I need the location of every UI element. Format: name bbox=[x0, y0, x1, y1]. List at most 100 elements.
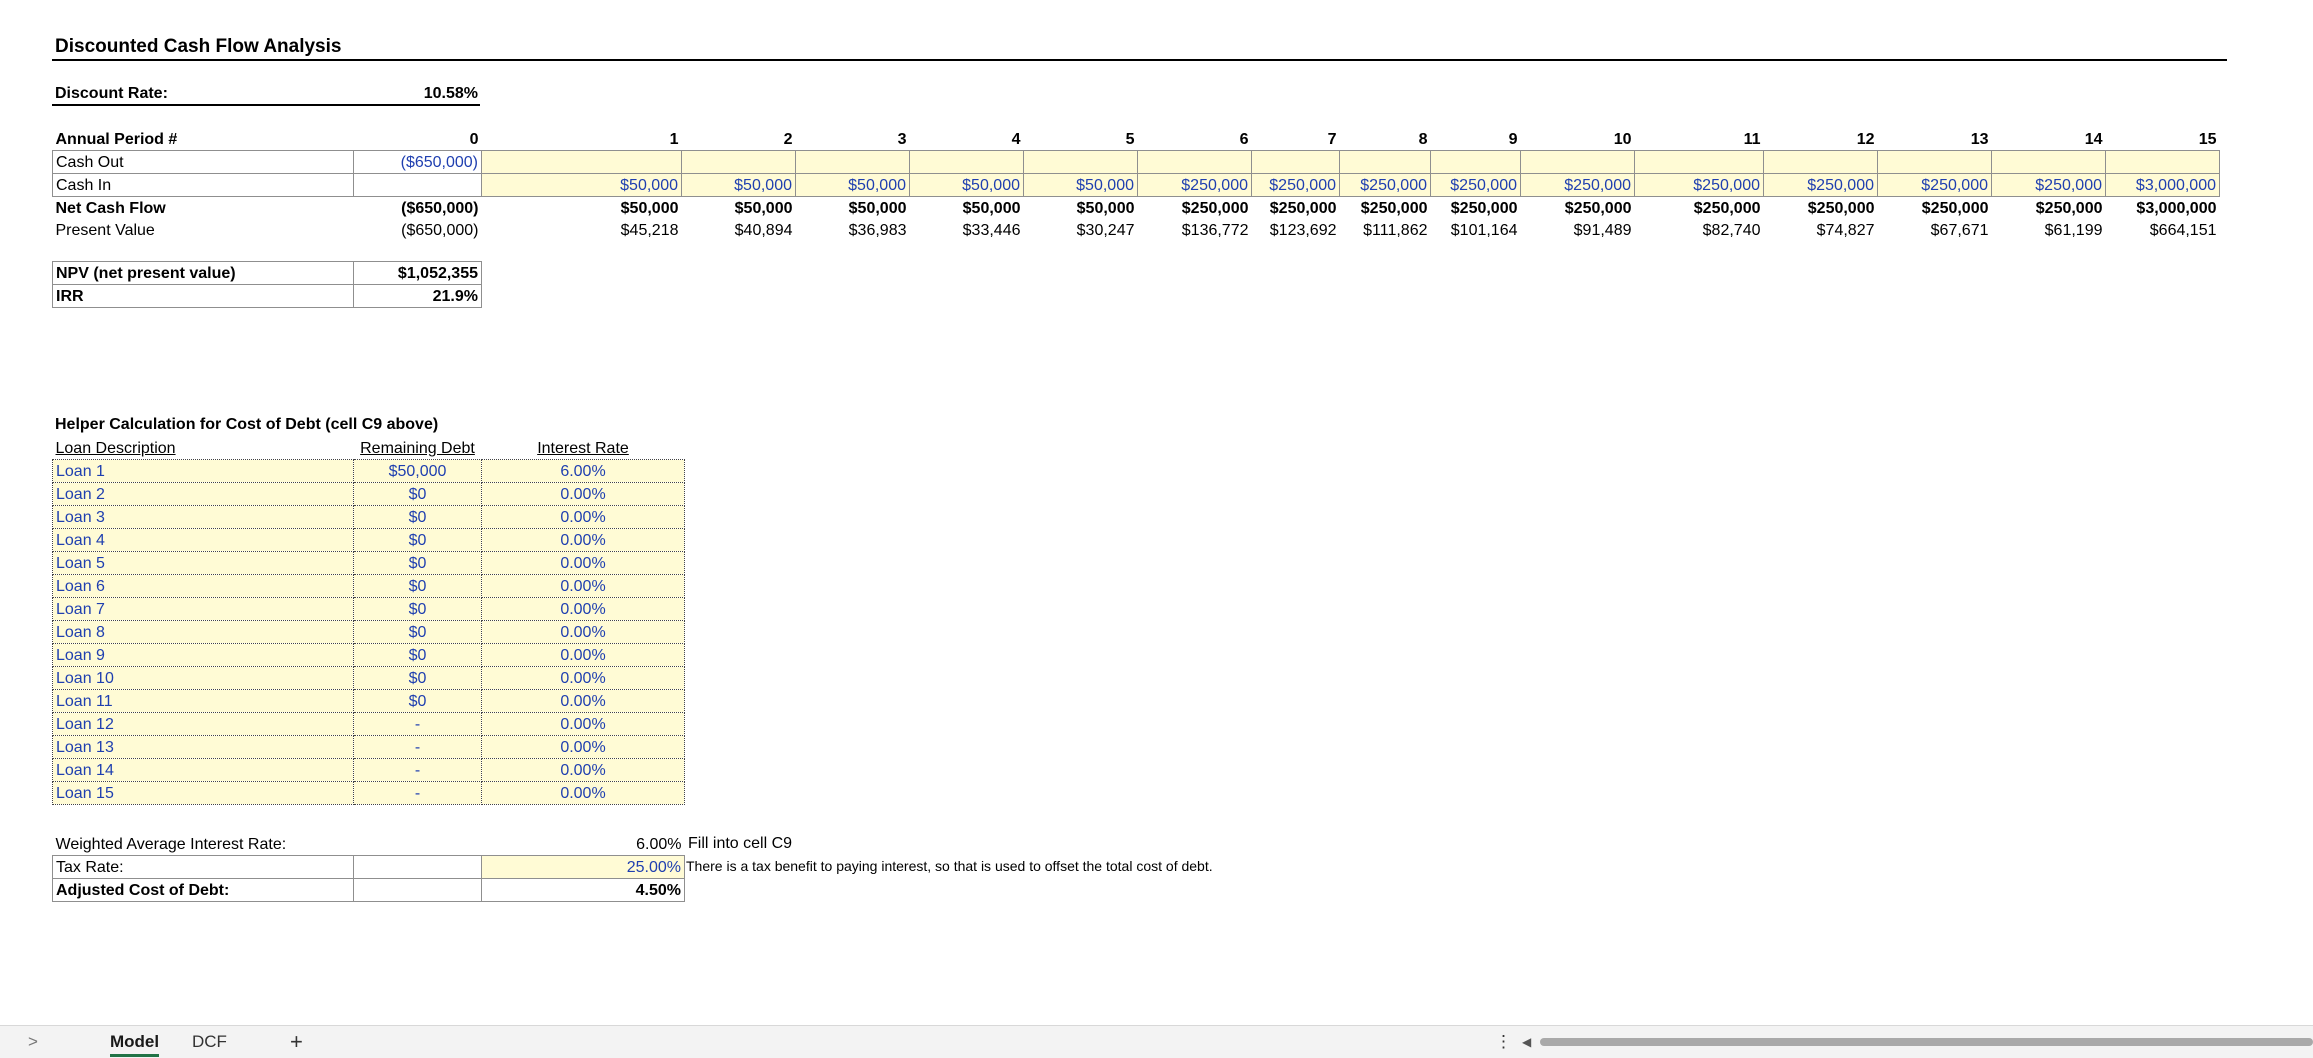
loan-debt-cell[interactable]: $0 bbox=[353, 620, 482, 644]
loan-name-cell[interactable]: Loan 11 bbox=[52, 689, 354, 713]
loan-rate-cell[interactable]: 0.00% bbox=[481, 666, 685, 690]
loan-debt-cell[interactable]: $0 bbox=[353, 689, 482, 713]
cash-out-cell-12[interactable] bbox=[1763, 150, 1878, 174]
loan-rate-cell[interactable]: 0.00% bbox=[481, 781, 685, 805]
net-cash-flow-cell-1[interactable]: $50,000 bbox=[481, 196, 682, 219]
cash-in-cell-13[interactable]: $250,000 bbox=[1877, 173, 1992, 197]
cash-out-cell-15[interactable] bbox=[2105, 150, 2220, 174]
tab-dcf[interactable]: DCF bbox=[192, 1026, 227, 1058]
loan-rate-cell[interactable]: 0.00% bbox=[481, 574, 685, 598]
present-value-cell-10[interactable]: $91,489 bbox=[1521, 219, 1635, 241]
loan-name-cell[interactable]: Loan 12 bbox=[52, 712, 354, 736]
present-value-cell-9[interactable]: $101,164 bbox=[1431, 219, 1521, 241]
cash-in-cell-9[interactable]: $250,000 bbox=[1430, 173, 1521, 197]
present-value-cell-4[interactable]: $33,446 bbox=[910, 219, 1024, 241]
cash-in-cell-4[interactable]: $50,000 bbox=[909, 173, 1024, 197]
present-value-cell-13[interactable]: $67,671 bbox=[1878, 219, 1992, 241]
loan-rate-cell[interactable]: 0.00% bbox=[481, 689, 685, 713]
loan-rate-cell[interactable]: 0.00% bbox=[481, 528, 685, 552]
cash-in-cell-0[interactable] bbox=[353, 173, 482, 197]
period-1[interactable]: 1 bbox=[482, 128, 682, 151]
period-15[interactable]: 15 bbox=[2106, 128, 2220, 151]
sheet-nav-icon[interactable]: > bbox=[28, 1026, 38, 1058]
cash-out-cell-10[interactable] bbox=[1520, 150, 1635, 174]
loan-debt-cell[interactable]: - bbox=[353, 758, 482, 782]
tax-rate-cell[interactable]: 25.00% bbox=[481, 855, 685, 879]
more-options-icon[interactable]: ⋮ bbox=[1495, 1026, 1512, 1058]
wair-value-cell[interactable]: 6.00% bbox=[482, 833, 685, 856]
period-7[interactable]: 7 bbox=[1252, 128, 1340, 151]
cash-in-cell-7[interactable]: $250,000 bbox=[1251, 173, 1340, 197]
period-10[interactable]: 10 bbox=[1521, 128, 1635, 151]
net-cash-flow-cell-14[interactable]: $250,000 bbox=[1991, 196, 2106, 219]
tab-model[interactable]: Model bbox=[110, 1026, 160, 1057]
loan-name-cell[interactable]: Loan 7 bbox=[52, 597, 354, 621]
cash-out-cell-7[interactable] bbox=[1251, 150, 1340, 174]
cash-in-cell-8[interactable]: $250,000 bbox=[1339, 173, 1431, 197]
net-cash-flow-cell-6[interactable]: $250,000 bbox=[1137, 196, 1252, 219]
net-cash-flow-cell-4[interactable]: $50,000 bbox=[909, 196, 1024, 219]
cash-in-cell-1[interactable]: $50,000 bbox=[481, 173, 682, 197]
net-cash-flow-cell-15[interactable]: $3,000,000 bbox=[2105, 196, 2220, 219]
loan-debt-cell[interactable]: $0 bbox=[353, 551, 482, 575]
loan-debt-cell[interactable]: $0 bbox=[353, 597, 482, 621]
net-cash-flow-cell-3[interactable]: $50,000 bbox=[795, 196, 910, 219]
loan-name-cell[interactable]: Loan 13 bbox=[52, 735, 354, 759]
net-cash-flow-cell-8[interactable]: $250,000 bbox=[1339, 196, 1431, 219]
loan-debt-cell[interactable]: - bbox=[353, 712, 482, 736]
loan-rate-cell[interactable]: 0.00% bbox=[481, 643, 685, 667]
cash-out-cell-14[interactable] bbox=[1991, 150, 2106, 174]
period-13[interactable]: 13 bbox=[1878, 128, 1992, 151]
net-cash-flow-cell-0[interactable]: ($650,000) bbox=[353, 196, 482, 219]
present-value-cell-11[interactable]: $82,740 bbox=[1635, 219, 1764, 241]
net-cash-flow-cell-12[interactable]: $250,000 bbox=[1763, 196, 1878, 219]
cash-out-cell-2[interactable] bbox=[681, 150, 796, 174]
loan-debt-cell[interactable]: $0 bbox=[353, 482, 482, 506]
cash-in-cell-10[interactable]: $250,000 bbox=[1520, 173, 1635, 197]
cash-in-cell-15[interactable]: $3,000,000 bbox=[2105, 173, 2220, 197]
loan-name-cell[interactable]: Loan 10 bbox=[52, 666, 354, 690]
loan-name-cell[interactable]: Loan 6 bbox=[52, 574, 354, 598]
loan-name-cell[interactable]: Loan 3 bbox=[52, 505, 354, 529]
present-value-cell-5[interactable]: $30,247 bbox=[1024, 219, 1138, 241]
period-11[interactable]: 11 bbox=[1635, 128, 1764, 151]
loan-debt-cell[interactable]: $0 bbox=[353, 666, 482, 690]
period-9[interactable]: 9 bbox=[1431, 128, 1521, 151]
loan-name-cell[interactable]: Loan 15 bbox=[52, 781, 354, 805]
net-cash-flow-cell-11[interactable]: $250,000 bbox=[1634, 196, 1764, 219]
net-cash-flow-cell-5[interactable]: $50,000 bbox=[1023, 196, 1138, 219]
loan-rate-cell[interactable]: 0.00% bbox=[481, 620, 685, 644]
period-14[interactable]: 14 bbox=[1992, 128, 2106, 151]
cash-out-cell-4[interactable] bbox=[909, 150, 1024, 174]
loan-rate-cell[interactable]: 0.00% bbox=[481, 551, 685, 575]
net-cash-flow-cell-13[interactable]: $250,000 bbox=[1877, 196, 1992, 219]
net-cash-flow-cell-10[interactable]: $250,000 bbox=[1520, 196, 1635, 219]
present-value-cell-0[interactable]: ($650,000) bbox=[354, 219, 482, 241]
net-cash-flow-cell-7[interactable]: $250,000 bbox=[1251, 196, 1340, 219]
worksheet[interactable]: Discounted Cash Flow Analysis Discount R… bbox=[0, 0, 2313, 1025]
cash-out-cell-0[interactable]: ($650,000) bbox=[353, 150, 482, 174]
cash-out-cell-5[interactable] bbox=[1023, 150, 1138, 174]
loan-debt-cell[interactable]: $0 bbox=[353, 528, 482, 552]
loan-name-cell[interactable]: Loan 14 bbox=[52, 758, 354, 782]
period-0[interactable]: 0 bbox=[354, 128, 482, 151]
net-cash-flow-cell-9[interactable]: $250,000 bbox=[1430, 196, 1521, 219]
period-2[interactable]: 2 bbox=[682, 128, 796, 151]
adjusted-cost-value-cell[interactable]: 4.50% bbox=[481, 878, 685, 902]
present-value-cell-14[interactable]: $61,199 bbox=[1992, 219, 2106, 241]
present-value-cell-12[interactable]: $74,827 bbox=[1764, 219, 1878, 241]
scroll-left-icon[interactable]: ◀ bbox=[1522, 1026, 1531, 1058]
period-12[interactable]: 12 bbox=[1764, 128, 1878, 151]
discount-rate-cell[interactable]: 10.58% bbox=[390, 85, 478, 103]
present-value-cell-2[interactable]: $40,894 bbox=[682, 219, 796, 241]
loan-name-cell[interactable]: Loan 4 bbox=[52, 528, 354, 552]
irr-value-cell[interactable]: 21.9% bbox=[353, 284, 482, 308]
present-value-cell-15[interactable]: $664,151 bbox=[2106, 219, 2220, 241]
loan-name-cell[interactable]: Loan 1 bbox=[52, 459, 354, 483]
present-value-cell-1[interactable]: $45,218 bbox=[482, 219, 682, 241]
loan-name-cell[interactable]: Loan 2 bbox=[52, 482, 354, 506]
loan-debt-cell[interactable]: $0 bbox=[353, 643, 482, 667]
loan-name-cell[interactable]: Loan 8 bbox=[52, 620, 354, 644]
loan-debt-cell[interactable]: $0 bbox=[353, 505, 482, 529]
loan-rate-cell[interactable]: 0.00% bbox=[481, 735, 685, 759]
